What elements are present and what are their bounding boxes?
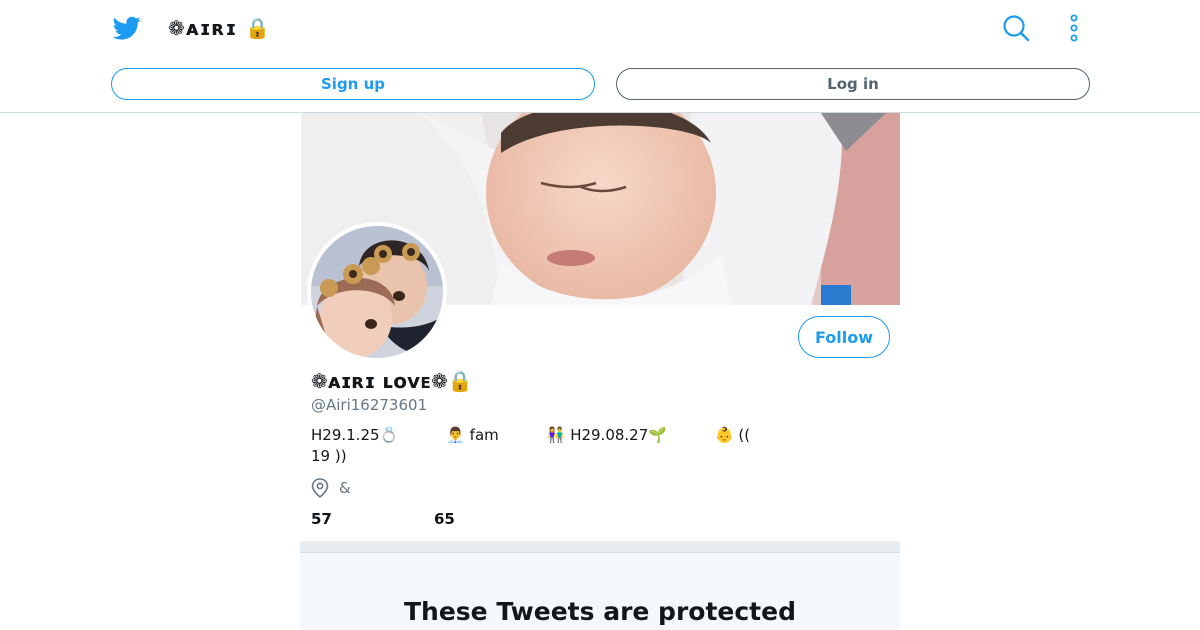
bio-segment-end: 19 )): [311, 447, 347, 465]
protected-notice-panel: These Tweets are protected: [300, 553, 900, 630]
profile-location: &: [311, 478, 351, 498]
bio-segment-anniversary: H29.1.25💍: [311, 426, 399, 444]
search-icon[interactable]: [1002, 14, 1030, 42]
followers-count[interactable]: 65: [434, 510, 455, 528]
profile-handle[interactable]: @Airi16273601: [311, 395, 427, 415]
location-pin-icon: [311, 478, 329, 498]
bio-segment-baby: 👶 ((: [714, 426, 751, 444]
header-profile-title: ❁ᴀɪʀɪ 🔒: [168, 16, 272, 40]
protected-notice-title: These Tweets are protected: [404, 597, 796, 626]
section-divider: [300, 541, 900, 553]
bio-segment-family: 👨‍💼 fam: [446, 426, 499, 444]
sign-up-button[interactable]: Sign up: [111, 68, 595, 100]
location-text: &: [339, 479, 351, 497]
bio-segment-date: 👫 H29.08.27🌱: [546, 426, 667, 444]
top-navigation-bar: ❁ᴀɪʀɪ 🔒 Sign up Log in: [0, 0, 1200, 113]
profile-display-name: ❁ᴀɪʀɪ ʟᴏᴠᴇ❁🔒: [311, 369, 473, 393]
following-count[interactable]: 57: [311, 510, 332, 528]
profile-avatar[interactable]: [307, 222, 447, 362]
follow-button[interactable]: Follow: [798, 316, 890, 358]
log-in-button[interactable]: Log in: [616, 68, 1090, 100]
profile-bio: H29.1.25💍 👨‍💼 fam 👫 H29.08.27🌱 👶 (( 19 )): [311, 425, 751, 467]
more-vertical-icon[interactable]: [1064, 14, 1084, 42]
twitter-bird-icon[interactable]: [112, 14, 142, 42]
